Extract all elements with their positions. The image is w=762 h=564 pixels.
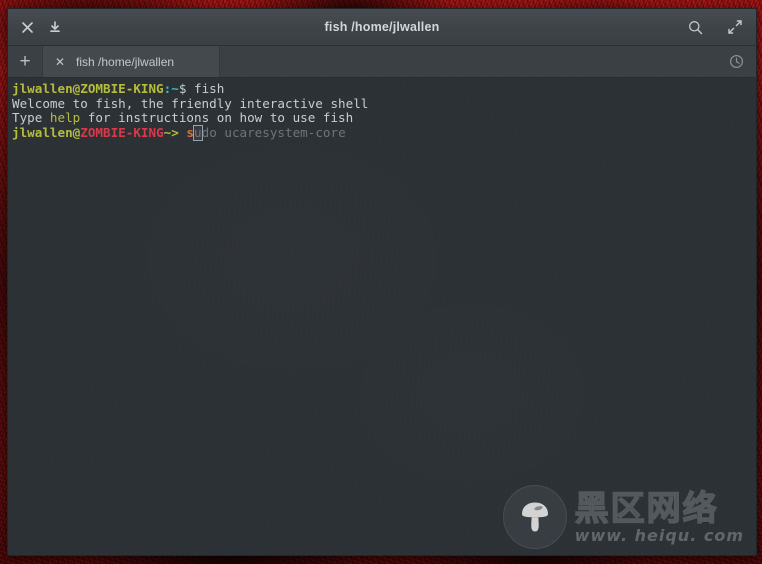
line-3-help-hint: Type help for instructions on how to use…: [12, 110, 756, 126]
line-3-help-hint-seg-2: for instructions on how to use fish: [80, 110, 354, 126]
line-3-help-hint-seg-1: help: [49, 110, 81, 126]
line-4-fish-prompt-seg-0: jlwallen@: [12, 124, 81, 140]
line-1-prompt-command: jlwallen@ZOMBIE-KING:~$ fish: [12, 81, 756, 97]
fullscreen-icon[interactable]: [722, 14, 748, 40]
terminal-output-area[interactable]: jlwallen@ZOMBIE-KING:~$ fish Welcome to f…: [8, 78, 756, 555]
line-2-welcome-seg-0: Welcome to fish, the friendly interactiv…: [12, 95, 369, 111]
history-clock-icon[interactable]: [716, 46, 756, 77]
watermark-site-name: 黑区网络: [574, 489, 719, 530]
mushroom-logo-icon: [502, 485, 567, 549]
terminal-window: fish /home/jlwallen + ✕ fish /home/jlwal…: [7, 8, 757, 556]
download-icon[interactable]: [42, 14, 68, 40]
desktop-wallpaper: fish /home/jlwallen + ✕ fish /home/jlwal…: [0, 0, 762, 564]
line-4-fish-prompt-seg-1: ZOMBIE-KING: [80, 124, 164, 140]
close-icon[interactable]: [14, 14, 40, 40]
tab-label: fish /home/jlwallen: [76, 54, 175, 69]
line-4-fish-prompt-seg-6: do ucaresystem-core: [201, 124, 346, 140]
terminal-lines: jlwallen@ZOMBIE-KING:~$ fish Welcome to f…: [12, 81, 756, 142]
window-title: fish /home/jlwallen: [324, 20, 440, 34]
line-4-fish-prompt-seg-2: ~>: [163, 124, 179, 140]
titlebar-right-buttons: [682, 9, 748, 45]
search-icon[interactable]: [682, 14, 708, 40]
text-cursor: u: [193, 124, 203, 142]
tab-bar-spacer: [220, 46, 716, 77]
watermark-text: 黑区网络 www. heiqu. com: [574, 489, 744, 546]
titlebar-left-buttons: [8, 14, 68, 40]
line-2-welcome: Welcome to fish, the friendly interactiv…: [12, 95, 756, 112]
tab-close-icon[interactable]: ✕: [53, 55, 67, 69]
line-1-prompt-command-seg-3: fish: [186, 81, 225, 96]
watermark-site-url: www. heiqu. com: [574, 526, 744, 546]
watermark: 黑区网络 www. heiqu. com: [502, 485, 744, 549]
tab-bar: + ✕ fish /home/jlwallen: [8, 46, 756, 78]
line-3-help-hint-seg-0: Type: [12, 110, 50, 126]
tab-fish-home-jlwallen[interactable]: ✕ fish /home/jlwallen: [43, 46, 220, 77]
line-1-prompt-command-seg-0: jlwallen@ZOMBIE-KING: [12, 81, 164, 96]
line-1-prompt-command-seg-1: :~: [163, 81, 179, 96]
line-4-fish-prompt: jlwallen@ZOMBIE-KING~> sudo ucaresystem-…: [12, 124, 756, 142]
new-tab-button[interactable]: +: [8, 46, 43, 77]
window-titlebar: fish /home/jlwallen: [8, 9, 756, 46]
line-4-fish-prompt-seg-4: s: [186, 124, 195, 140]
